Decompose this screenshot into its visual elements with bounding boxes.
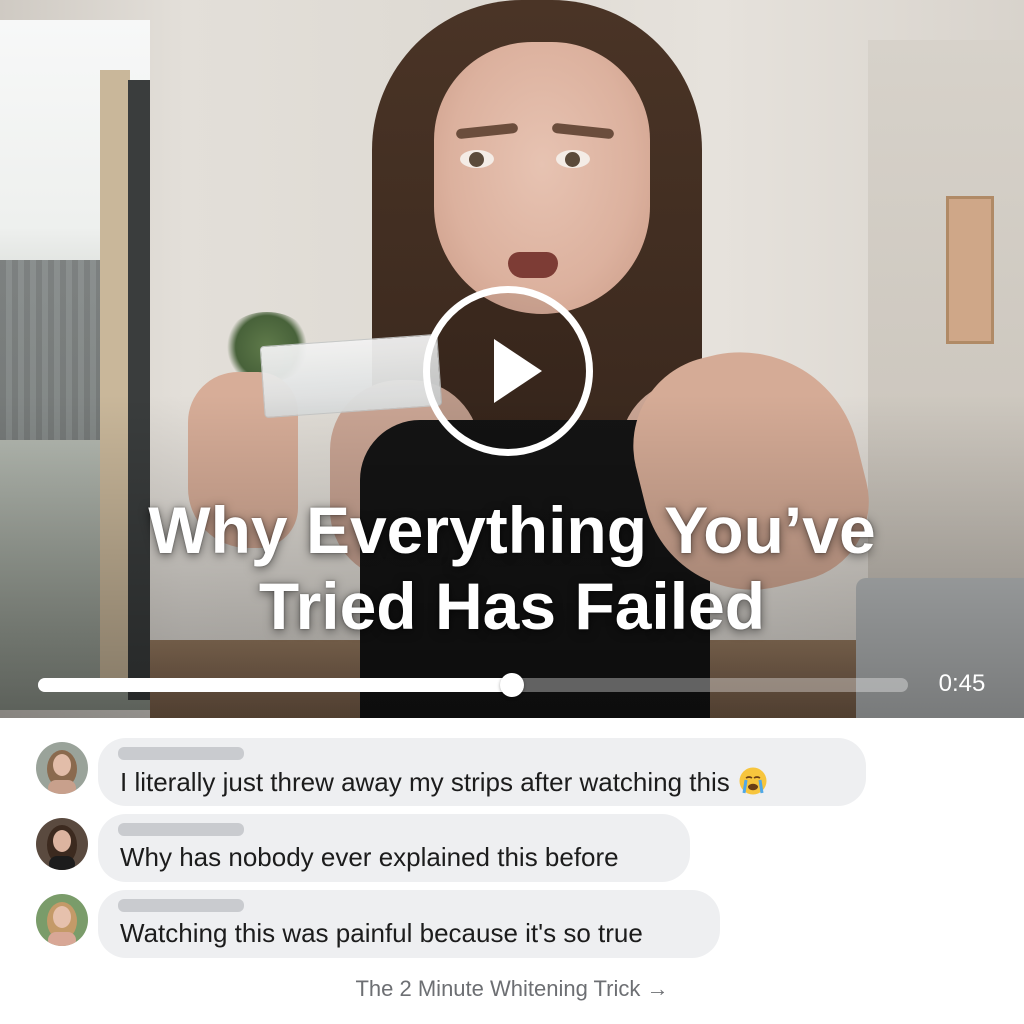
progress-bar[interactable] — [38, 673, 908, 697]
video-title: Why Everything You’ve Tried Has Failed — [40, 492, 984, 644]
progress-handle[interactable] — [500, 673, 525, 697]
video-player[interactable]: Why Everything You’ve Tried Has Failed 0… — [0, 0, 1024, 718]
crying-face-emoji — [739, 767, 767, 795]
avatar[interactable] — [36, 894, 88, 946]
video-title-line-2: Tried Has Failed — [258, 569, 766, 643]
avatar[interactable] — [36, 818, 88, 870]
play-button[interactable] — [423, 286, 593, 456]
comment-3: Watching this was painful because it's s… — [0, 890, 1024, 960]
avatar[interactable] — [36, 742, 88, 794]
video-title-line-1: Why Everything You’ve — [148, 493, 876, 567]
comment-1: I literally just threw away my strips af… — [0, 738, 1024, 808]
comment-text: Why has nobody ever explained this befor… — [120, 842, 619, 872]
comment-bubble: Watching this was painful because it's s… — [98, 890, 720, 958]
comment-text: Watching this was painful because it's s… — [120, 918, 643, 948]
comment-bubble: Why has nobody ever explained this befor… — [98, 814, 690, 882]
comment-text: I literally just threw away my strips af… — [120, 766, 768, 798]
cta-link[interactable]: The 2 Minute Whitening Trick → — [0, 976, 1024, 1002]
commenter-name[interactable] — [118, 823, 244, 836]
comment-bubble: I literally just threw away my strips af… — [98, 738, 866, 806]
commenter-name[interactable] — [118, 899, 244, 912]
comment-2: Why has nobody ever explained this befor… — [0, 814, 1024, 884]
play-icon — [494, 339, 542, 403]
progress-fill — [38, 678, 513, 692]
commenter-name[interactable] — [118, 747, 244, 760]
time-label: 0:45 — [938, 670, 986, 697]
